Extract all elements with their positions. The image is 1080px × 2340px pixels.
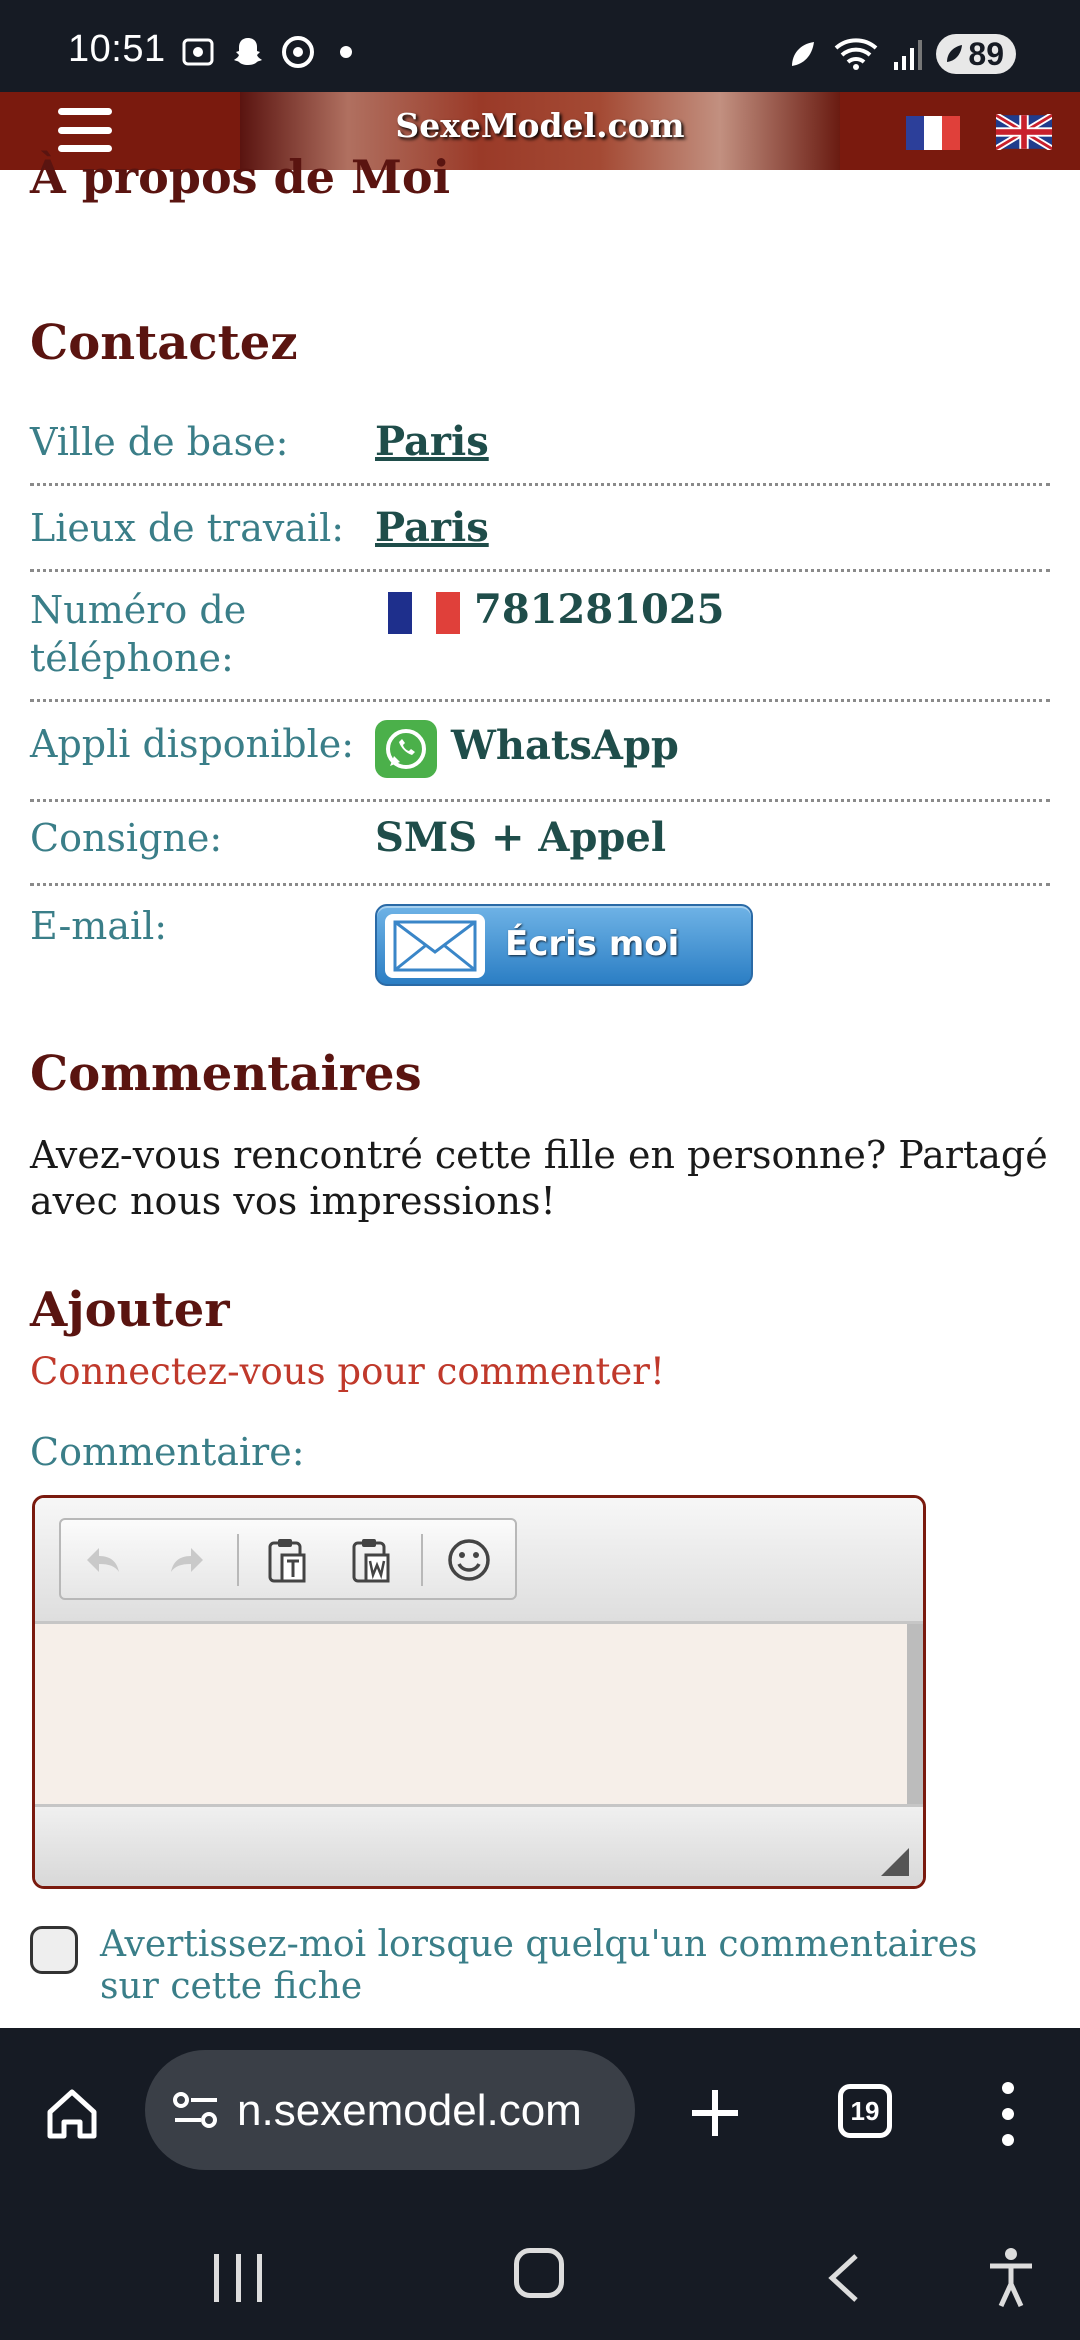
url-text[interactable]: n.sexemodel.com <box>237 2086 617 2136</box>
system-status-icons: 89 <box>784 34 1016 74</box>
editor-scrollbar[interactable] <box>907 1624 923 1804</box>
workplace-link[interactable]: Paris <box>375 504 489 552</box>
about-heading: À propos de Moi <box>30 150 451 204</box>
whatsapp-value[interactable]: WhatsApp <box>375 720 679 778</box>
contact-row-instructions: Consigne: SMS + Appel <box>30 814 1050 886</box>
contact-heading: Contactez <box>30 315 298 371</box>
write-email-button[interactable]: Écris moi <box>375 904 753 986</box>
emoji-icon[interactable] <box>443 1534 495 1586</box>
signal-icon <box>894 40 923 70</box>
flag-uk-icon[interactable] <box>996 114 1052 150</box>
status-time: 10:51 <box>68 28 166 70</box>
battery-indicator: 89 <box>936 34 1016 74</box>
notify-checkbox[interactable] <box>30 1926 78 1974</box>
row-label: Lieux de travail: <box>30 506 345 550</box>
write-email-label: Écris moi <box>505 924 680 964</box>
comments-heading: Commentaires <box>30 1046 422 1102</box>
comment-field-label: Commentaire: <box>30 1430 305 1474</box>
more-notifications-dot <box>340 46 352 58</box>
contact-row-email: E-mail: Écris moi <box>30 902 1050 998</box>
editor-toolbar <box>35 1498 923 1624</box>
battery-saver-icon <box>947 45 963 62</box>
browser-toolbar: n.sexemodel.com 19 <box>0 2028 1080 2200</box>
comment-editor[interactable] <box>32 1495 926 1889</box>
contact-row-phone: Numéro de téléphone: 781281025 <box>30 586 1050 702</box>
phone-value[interactable]: 781281025 <box>388 586 725 634</box>
more-options-icon[interactable] <box>996 2082 1020 2146</box>
paste-word-icon[interactable] <box>345 1534 397 1586</box>
row-label: Appli disponible: <box>30 722 355 766</box>
row-label: E-mail: <box>30 904 168 948</box>
phone-number[interactable]: 781281025 <box>474 586 725 633</box>
city-link[interactable]: Paris <box>375 418 489 466</box>
resize-handle-icon[interactable] <box>881 1848 909 1876</box>
nav-home-icon[interactable] <box>514 2248 564 2298</box>
screenshot-icon <box>182 38 214 66</box>
contact-row-city: Ville de base: Paris <box>30 414 1050 486</box>
system-navigation-bar <box>0 2200 1080 2340</box>
home-icon[interactable] <box>42 2084 102 2144</box>
comments-intro: Avez-vous rencontré cette fille en perso… <box>30 1133 1048 1223</box>
notify-label[interactable]: Avertissez-moi lorsque quelqu'un comment… <box>100 1924 1000 2008</box>
recents-icon[interactable] <box>214 2254 262 2302</box>
row-label: Consigne: <box>30 816 223 860</box>
flag-france-icon[interactable] <box>906 116 960 150</box>
row-label: Ville de base: <box>30 420 289 464</box>
add-comment-heading: Ajouter <box>30 1282 230 1338</box>
data-saver-icon <box>792 42 815 66</box>
undo-icon[interactable] <box>77 1534 129 1586</box>
login-prompt-link[interactable]: Connectez-vous pour commenter! <box>30 1350 665 1393</box>
app-notification-icon <box>282 36 314 68</box>
battery-level: 89 <box>968 35 1004 72</box>
address-bar[interactable]: n.sexemodel.com <box>145 2050 635 2170</box>
toolbar-group <box>59 1518 517 1600</box>
row-label: Numéro de téléphone: <box>30 588 247 680</box>
tab-switcher-button[interactable]: 19 <box>838 2084 892 2138</box>
contact-row-app: Appli disponible: WhatsApp <box>30 716 1050 802</box>
hamburger-menu-icon[interactable] <box>58 108 112 152</box>
snapchat-icon <box>234 38 262 65</box>
flag-france-icon <box>388 592 460 634</box>
accessibility-icon[interactable] <box>986 2246 1036 2310</box>
redo-icon[interactable] <box>161 1534 213 1586</box>
contact-row-workplace: Lieux de travail: Paris <box>30 500 1050 572</box>
app-name: WhatsApp <box>451 722 679 769</box>
paste-text-icon[interactable] <box>261 1534 313 1586</box>
envelope-icon <box>385 914 485 978</box>
instructions-value: SMS + Appel <box>375 814 667 861</box>
notify-option: Avertissez-moi lorsque quelqu'un comment… <box>30 1924 1050 2014</box>
notification-icons <box>180 34 352 70</box>
site-logo-text: SexeModel.com <box>395 106 685 145</box>
comment-textarea[interactable] <box>35 1624 913 1804</box>
new-tab-icon[interactable] <box>686 2084 744 2142</box>
whatsapp-icon <box>375 720 437 778</box>
status-bar: 10:51 89 <box>0 0 1080 92</box>
editor-statusbar <box>35 1804 923 1886</box>
wifi-icon <box>835 38 878 70</box>
back-icon[interactable] <box>820 2250 870 2306</box>
site-settings-icon[interactable] <box>171 2088 221 2132</box>
